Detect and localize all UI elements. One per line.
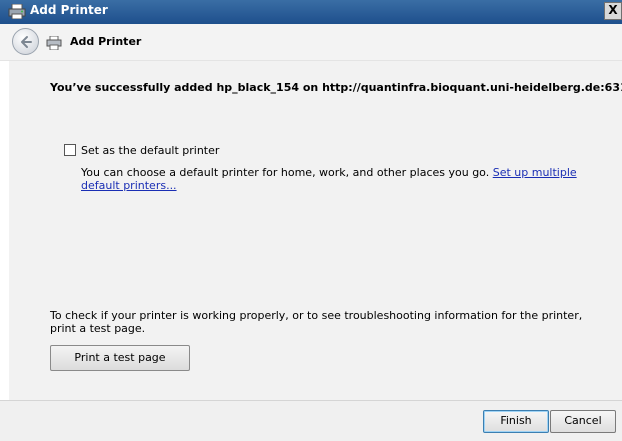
printer-app-icon xyxy=(8,3,26,20)
close-icon: X xyxy=(608,3,618,17)
close-button[interactable]: X xyxy=(604,2,622,20)
finish-button[interactable]: Finish xyxy=(483,410,549,433)
default-printer-label[interactable]: Set as the default printer xyxy=(81,144,219,157)
back-button[interactable] xyxy=(12,28,39,55)
back-arrow-icon xyxy=(21,36,32,48)
default-printer-checkbox[interactable] xyxy=(64,144,76,156)
success-message: You’ve successfully added hp_black_154 o… xyxy=(50,81,622,94)
print-test-page-button[interactable]: Print a test page xyxy=(50,345,190,371)
wizard-title: Add Printer xyxy=(70,35,142,48)
wizard-header: Add Printer xyxy=(0,24,622,61)
test-page-message: To check if your printer is working prop… xyxy=(50,309,583,335)
printer-icon xyxy=(46,35,62,54)
window-title: Add Printer xyxy=(30,3,108,17)
add-printer-window: Add Printer X Add Printer You’ve success… xyxy=(0,0,622,441)
wizard-footer: Finish Cancel xyxy=(0,400,622,441)
default-printer-description: You can choose a default printer for hom… xyxy=(81,166,581,192)
title-bar[interactable]: Add Printer X xyxy=(0,0,622,24)
description-text: You can choose a default printer for hom… xyxy=(81,166,490,179)
cancel-button[interactable]: Cancel xyxy=(550,410,616,433)
wizard-content: You’ve successfully added hp_black_154 o… xyxy=(9,61,622,400)
